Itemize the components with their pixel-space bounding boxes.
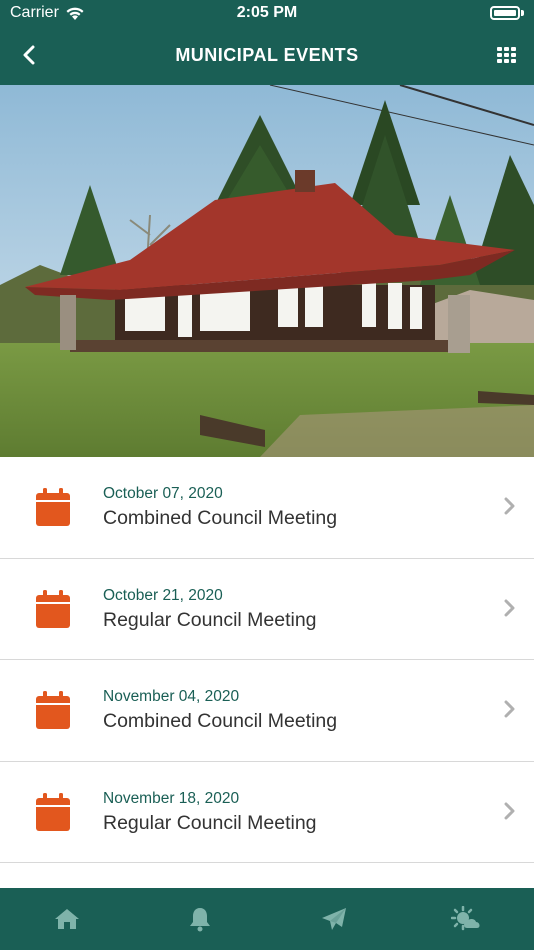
battery-cap — [521, 10, 524, 16]
back-button[interactable] — [12, 38, 46, 72]
battery-icon — [490, 6, 520, 20]
chevron-right-icon — [504, 599, 515, 616]
calendar-icon — [36, 691, 70, 729]
event-text: October 21, 2020 Regular Council Meeting — [103, 587, 317, 632]
event-date: November 18, 2020 — [103, 789, 240, 807]
event-row[interactable]: October 07, 2020 Combined Council Meetin… — [0, 457, 534, 559]
hero-image — [0, 85, 534, 457]
chevron-right-icon — [504, 802, 515, 819]
event-date: November 04, 2020 — [103, 688, 240, 705]
tab-bar — [0, 888, 534, 950]
event-row[interactable]: November 04, 2020 Combined Council Meeti… — [0, 660, 534, 762]
tab-weather[interactable] — [437, 894, 497, 944]
battery-indicator — [490, 6, 524, 20]
grid-icon — [497, 47, 516, 63]
nav-bar: MUNICIPAL EVENTS — [0, 26, 534, 85]
grid-menu-button[interactable] — [494, 43, 518, 67]
event-text: November 18, 2020 Regular Council Meetin… — [103, 790, 317, 835]
event-text: November 04, 2020 Combined Council Meeti… — [103, 688, 337, 733]
status-left: Carrier — [10, 4, 85, 22]
event-date: October 21, 2020 — [103, 586, 223, 604]
event-text: October 07, 2020 Combined Council Meetin… — [103, 485, 337, 530]
chevron-right-icon — [504, 497, 515, 515]
calendar-icon — [36, 488, 70, 526]
train-station-photo — [0, 85, 534, 457]
status-bar: Carrier 2:05 PM — [0, 0, 534, 26]
tab-notifications[interactable] — [170, 894, 230, 944]
bell-icon — [190, 908, 211, 932]
carrier-label: Carrier — [10, 4, 59, 21]
event-title: Regular Council Meeting — [103, 608, 317, 631]
event-title: Combined Council Meeting — [103, 710, 338, 732]
weather-icon — [451, 906, 480, 931]
event-row[interactable]: November 18, 2020 Regular Council Meetin… — [0, 761, 534, 863]
home-icon — [54, 909, 79, 929]
send-icon — [321, 908, 346, 930]
tab-send[interactable] — [304, 894, 364, 944]
event-row[interactable]: October 21, 2020 Regular Council Meeting — [0, 558, 534, 660]
page-title: MUNICIPAL EVENTS — [175, 45, 359, 65]
chevron-right-icon — [504, 700, 515, 718]
events-list: October 07, 2020 Combined Council Meetin… — [0, 457, 534, 863]
calendar-icon — [36, 792, 70, 831]
event-title: Combined Council Meeting — [103, 507, 338, 529]
event-date: October 07, 2020 — [103, 485, 223, 502]
wifi-icon — [66, 7, 84, 20]
calendar-icon — [36, 589, 70, 628]
chevron-left-icon — [23, 45, 35, 65]
event-title: Regular Council Meeting — [103, 811, 317, 834]
tab-home[interactable] — [37, 894, 97, 944]
